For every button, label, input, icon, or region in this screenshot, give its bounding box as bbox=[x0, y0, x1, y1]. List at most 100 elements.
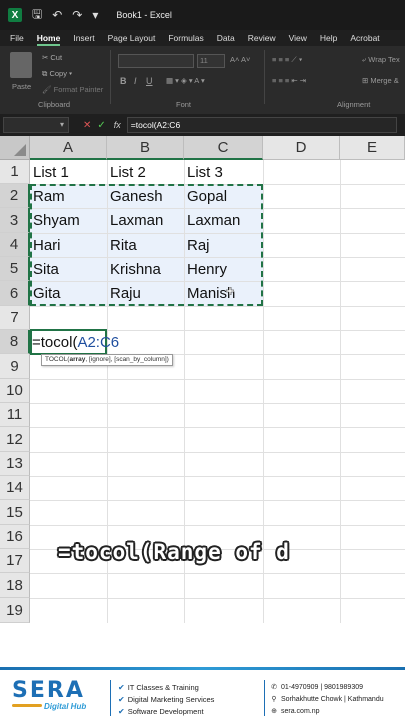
video-caption: =tocol(Range of d bbox=[58, 540, 290, 564]
tab-page-layout[interactable]: Page Layout bbox=[108, 33, 156, 43]
ribbon-tabs: File Home Insert Page Layout Formulas Da… bbox=[0, 30, 405, 46]
row-header-1[interactable]: 1 bbox=[0, 160, 30, 184]
wrap-text-label: Wrap Tex bbox=[368, 55, 400, 64]
merge-button[interactable]: ⊞ Merge & bbox=[362, 76, 399, 85]
merge-label: Merge & bbox=[370, 76, 399, 85]
row-header-3[interactable]: 3 bbox=[0, 208, 30, 233]
tab-formulas[interactable]: Formulas bbox=[168, 33, 203, 43]
copy-button[interactable]: ⧉ Copy ▾ bbox=[42, 69, 72, 79]
tooltip-function: TOCOL( bbox=[45, 356, 70, 363]
check-circle-icon: ✔ bbox=[118, 683, 125, 692]
formula-input[interactable]: =tocol(A2:C6 bbox=[126, 117, 397, 133]
row-header-9[interactable]: 9 bbox=[0, 354, 30, 379]
row-header-14[interactable]: 14 bbox=[0, 476, 30, 500]
row-header-7[interactable]: 7 bbox=[0, 306, 30, 330]
check-circle-icon: ✔ bbox=[118, 707, 125, 716]
contact-address: ⚲ Sorhakhutte Chowk | Kathmandu bbox=[270, 695, 383, 704]
tab-view[interactable]: View bbox=[289, 33, 307, 43]
row-header-13[interactable]: 13 bbox=[0, 452, 30, 476]
copy-label: Copy bbox=[49, 69, 67, 78]
row-header-4[interactable]: 4 bbox=[0, 233, 30, 257]
check-circle-icon: ✔ bbox=[118, 695, 125, 704]
font-name-select[interactable] bbox=[118, 54, 194, 68]
function-signature-tooltip[interactable]: TOCOL(array, [ignore], [scan_by_column]) bbox=[41, 354, 173, 366]
column-header-c[interactable]: C bbox=[184, 136, 263, 160]
insert-function-icon[interactable]: fx bbox=[114, 120, 121, 130]
font-grow-shrink-buttons[interactable]: A˄ A˅ bbox=[230, 55, 250, 64]
cut-label: Cut bbox=[50, 53, 63, 62]
row-header-6[interactable]: 6 bbox=[0, 281, 30, 306]
cut-button[interactable]: ✂ Cut bbox=[42, 53, 62, 62]
tab-help[interactable]: Help bbox=[320, 33, 337, 43]
save-icon[interactable]: 🖫 bbox=[32, 5, 42, 26]
row-header-12[interactable]: 12 bbox=[0, 427, 30, 452]
row-header-5[interactable]: 5 bbox=[0, 257, 30, 281]
clipboard-group-label: Clipboard bbox=[38, 100, 71, 109]
service-label: Digital Marketing Services bbox=[127, 695, 215, 704]
footer-divider bbox=[110, 680, 111, 716]
service-label: Software Development bbox=[127, 707, 204, 716]
row-header-16[interactable]: 16 bbox=[0, 525, 30, 549]
column-header-e[interactable]: E bbox=[340, 136, 405, 160]
service-label: IT Classes & Training bbox=[127, 683, 199, 692]
ribbon-divider bbox=[110, 50, 111, 104]
paste-icon[interactable] bbox=[10, 52, 32, 78]
select-all-corner[interactable] bbox=[0, 136, 30, 160]
row-header-18[interactable]: 18 bbox=[0, 573, 30, 598]
redo-icon[interactable]: ↷ bbox=[72, 8, 82, 22]
row-header-17[interactable]: 17 bbox=[0, 549, 30, 573]
cell-a1[interactable]: List 1 bbox=[30, 160, 69, 184]
ribbon-divider bbox=[264, 50, 265, 104]
spreadsheet-grid[interactable]: A B C D E 1 2 3 4 5 6 7 8 9 10 11 12 13 … bbox=[0, 136, 405, 623]
format-painter-button[interactable]: 🖌 Format Painter bbox=[42, 85, 103, 94]
row-header-19[interactable]: 19 bbox=[0, 598, 30, 623]
contact-website: ⊕ sera.com.np bbox=[270, 707, 319, 716]
gridline bbox=[30, 403, 405, 404]
title-bar: X 🖫 ↶ ↷ ▾ Book1 - Excel bbox=[0, 0, 405, 30]
service-item: ✔ Software Development bbox=[118, 707, 204, 716]
service-item: ✔ Digital Marketing Services bbox=[118, 695, 214, 704]
tab-data[interactable]: Data bbox=[217, 33, 235, 43]
vertical-align-icons[interactable]: ≡ ≡ ≡ ⟋ ▾ bbox=[272, 55, 302, 65]
tab-review[interactable]: Review bbox=[248, 33, 276, 43]
cell-a8-formula[interactable]: =tocol(A2:C6 bbox=[32, 330, 119, 354]
cancel-icon[interactable]: ✕ bbox=[83, 120, 91, 131]
ribbon: Paste ✂ Cut ⧉ Copy ▾ 🖌 Format Painter Cl… bbox=[0, 46, 405, 114]
underline-button[interactable]: U bbox=[146, 76, 153, 86]
tab-insert[interactable]: Insert bbox=[73, 33, 94, 43]
quick-access-dropdown-icon[interactable]: ▾ bbox=[92, 8, 98, 22]
brand-logo: SERA bbox=[12, 678, 85, 703]
window-title: Book1 - Excel bbox=[116, 10, 172, 20]
name-box[interactable]: ▾ bbox=[3, 117, 69, 133]
enter-icon[interactable]: ✓ bbox=[97, 120, 105, 131]
formula-prefix: =tocol( bbox=[32, 333, 78, 351]
cell-c1[interactable]: List 3 bbox=[184, 160, 223, 184]
row-header-15[interactable]: 15 bbox=[0, 500, 30, 525]
horizontal-align-icons[interactable]: ≡ ≡ ≡ ⇤ ⇥ bbox=[272, 76, 306, 85]
phone-text: 01-4970909 | 9801989309 bbox=[281, 683, 364, 691]
font-group-label: Font bbox=[176, 100, 192, 109]
wrap-text-button[interactable]: ⤶ Wrap Tex bbox=[362, 55, 400, 65]
logo-swoosh bbox=[12, 704, 42, 707]
row-header-8[interactable]: 8 bbox=[0, 330, 30, 354]
tab-file[interactable]: File bbox=[10, 33, 24, 43]
borders-fill-icon[interactable]: ▦ ▾ ◈ ▾ A ▾ bbox=[166, 76, 205, 85]
row-header-10[interactable]: 10 bbox=[0, 379, 30, 403]
bold-button[interactable]: B bbox=[120, 76, 127, 86]
column-header-b[interactable]: B bbox=[107, 136, 184, 160]
paste-button[interactable]: Paste bbox=[12, 82, 31, 91]
column-header-a[interactable]: A bbox=[30, 136, 107, 160]
gridline bbox=[30, 306, 405, 307]
cell-b1[interactable]: List 2 bbox=[107, 160, 146, 184]
row-header-11[interactable]: 11 bbox=[0, 403, 30, 427]
row-header-2[interactable]: 2 bbox=[0, 184, 30, 208]
alignment-group-label: Alignment bbox=[337, 100, 371, 109]
formula-range-ref: A2:C6 bbox=[77, 333, 120, 351]
crosshair-cursor-icon bbox=[226, 287, 234, 295]
undo-icon[interactable]: ↶ bbox=[52, 8, 62, 22]
tab-home[interactable]: Home bbox=[36, 33, 60, 46]
font-size-select[interactable]: 11 bbox=[197, 54, 225, 68]
column-header-d[interactable]: D bbox=[263, 136, 340, 160]
tab-acrobat[interactable]: Acrobat bbox=[350, 33, 379, 43]
italic-button[interactable]: I bbox=[134, 76, 137, 86]
